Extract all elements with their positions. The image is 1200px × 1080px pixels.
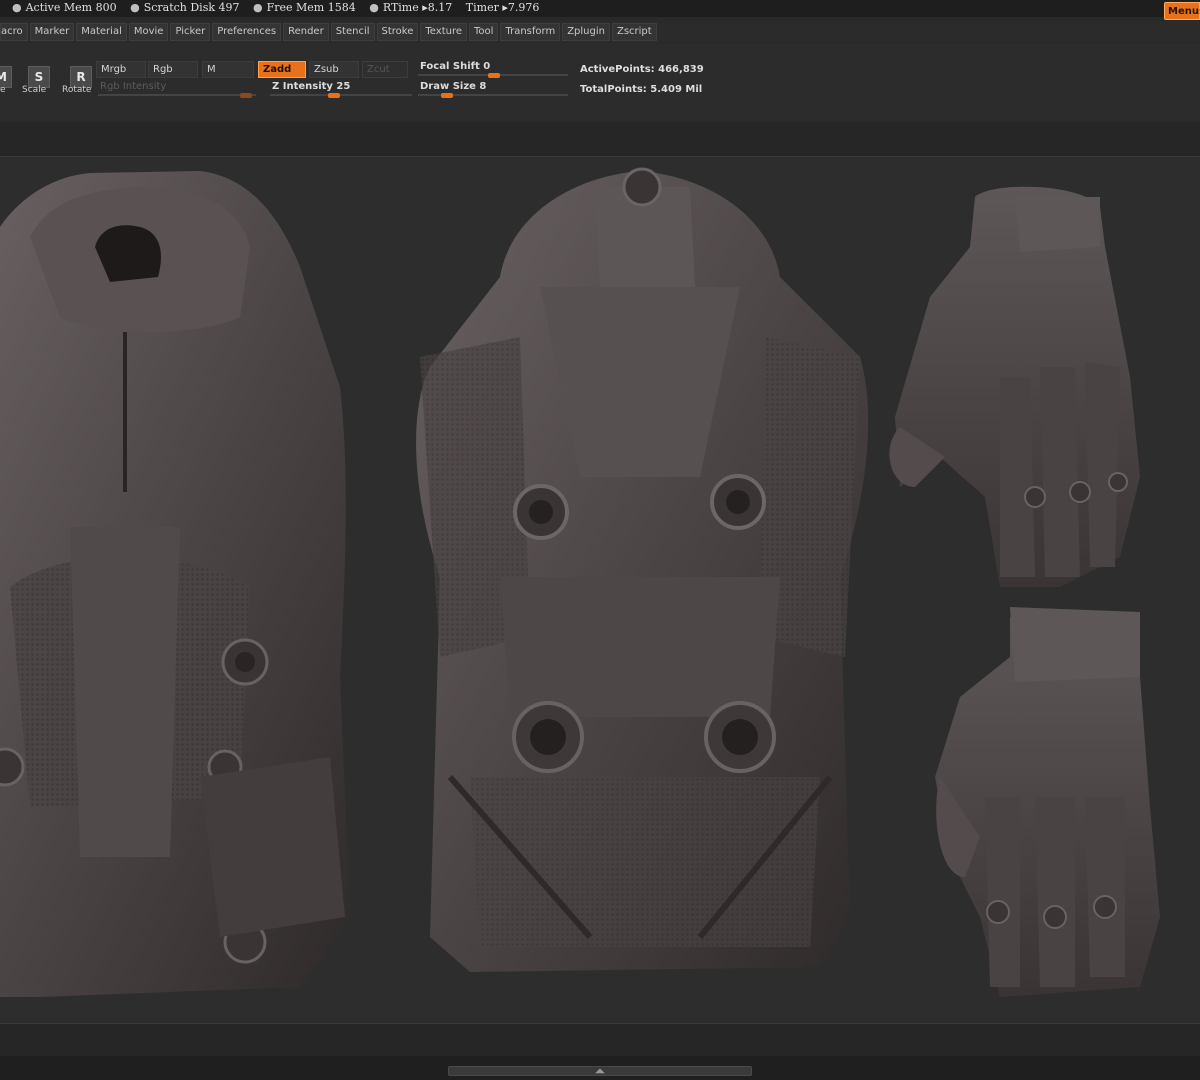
glove-top-model [889,186,1140,587]
zcut-button[interactable]: Zcut [362,61,408,78]
move-label: e [0,85,6,95]
menu-picker[interactable]: Picker [170,22,211,41]
menu-render[interactable]: Render [283,22,329,41]
toolbar: M e S Scale R Rotate Mrgb Rgb M Zadd Zsu… [0,44,1200,120]
status-scratch-disk: ● Scratch Disk 497 [130,1,240,14]
rotate-label: Rotate [62,85,92,95]
status-bar: ● Active Mem 800 ● Scratch Disk 497 ● Free … [0,0,1200,17]
menu-zscript[interactable]: Zscript [611,22,657,41]
draw-size-slider[interactable]: Draw Size 8 [418,80,568,98]
rgb-intensity-slider[interactable]: Rgb Intensity [98,80,256,98]
focal-shift-slider[interactable]: Focal Shift 0 [418,60,568,78]
menu-bar: acro Marker Material Movie Picker Prefer… [0,21,1200,42]
viewport-canvas[interactable] [0,156,1200,1024]
z-intensity-slider[interactable]: Z Intensity 25 [270,80,412,98]
menu-stroke[interactable]: Stroke [376,22,419,41]
zsub-button[interactable]: Zsub [309,61,359,78]
total-points-readout: TotalPoints: 5.409 Mil [580,84,703,95]
mrgb-button[interactable]: Mrgb [96,61,146,78]
armor-vest-model [416,167,869,972]
menu-movie[interactable]: Movie [128,22,169,41]
hooded-vest-model [0,171,350,997]
rgb-button[interactable]: Rgb [148,61,198,78]
menu-preferences[interactable]: Preferences [212,22,282,41]
scale-label: Scale [22,85,47,95]
menus-button[interactable]: Menus [1164,2,1200,20]
shelf-toggle-handle[interactable]: ◢◣ [448,1066,752,1076]
zadd-button[interactable]: Zadd [258,61,306,78]
menu-marker[interactable]: Marker [29,22,75,41]
status-active-mem: ● Active Mem 800 [12,1,117,14]
menu-texture[interactable]: Texture [420,22,467,41]
menu-tool[interactable]: Tool [469,22,499,41]
menu-zplugin[interactable]: Zplugin [562,22,610,41]
sculpt-render [0,167,1160,997]
m-button[interactable]: M [202,61,254,78]
status-timer: Timer ▸7.976 [465,1,540,14]
status-free-mem: ● Free Mem 1584 [253,1,356,14]
menu-material[interactable]: Material [76,22,127,41]
glove-bottom-model [935,607,1160,997]
active-points-readout: ActivePoints: 466,839 [580,64,704,75]
status-rtime: ● RTime ▸8.17 [369,1,453,14]
menu-transform[interactable]: Transform [500,22,561,41]
menu-macro[interactable]: acro [0,22,28,41]
menu-stencil[interactable]: Stencil [330,22,375,41]
